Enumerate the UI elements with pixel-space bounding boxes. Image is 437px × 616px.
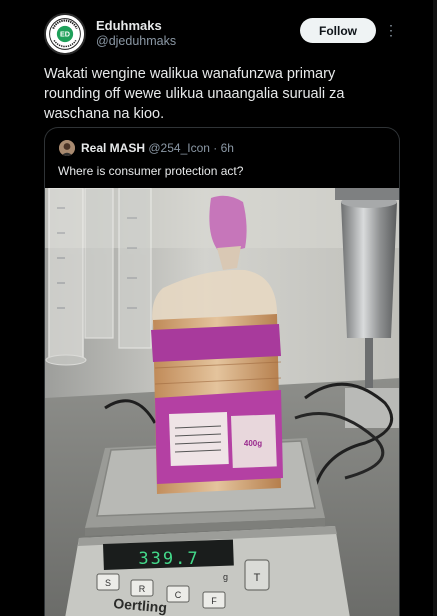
quoted-text: Where is consumer protection act?	[58, 164, 244, 178]
eduhmaks-avatar[interactable]: ED	[44, 13, 86, 55]
quoted-author-name[interactable]: Real MASH	[81, 141, 145, 155]
quoted-author-handle[interactable]: @254_Icon	[148, 141, 210, 155]
quoted-tweet[interactable]: Real MASH @254_Icon · 6h Where is consum…	[44, 127, 400, 616]
svg-text:T: T	[254, 572, 261, 584]
quoted-timestamp[interactable]: · 6h	[213, 141, 234, 155]
person-photo-icon	[59, 140, 75, 156]
follow-button[interactable]: Follow	[300, 18, 376, 43]
author-display-name[interactable]: Eduhmaks	[96, 18, 162, 33]
more-options-icon[interactable]: ⋮	[384, 20, 398, 40]
scale-reading: 339.7	[138, 549, 199, 569]
quoted-author-avatar[interactable]	[59, 140, 75, 156]
eduhmaks-logo-icon: ED	[46, 15, 84, 53]
author-handle[interactable]: @djeduhmaks	[96, 34, 176, 48]
svg-text:C: C	[175, 590, 182, 600]
tweet: ED Eduhmaks @djeduhmaks Follow ⋮ Wakati …	[0, 0, 437, 616]
measuring-cylinder	[45, 188, 152, 366]
scrollbar-track[interactable]	[433, 0, 437, 616]
svg-text:ED: ED	[60, 30, 70, 39]
svg-text:R: R	[139, 584, 146, 594]
svg-text:S: S	[105, 578, 111, 588]
tweet-text: Wakati wengine walikua wanafunzwa primar…	[44, 66, 345, 122]
bread-label-weight: 400g	[244, 439, 262, 448]
scale-unit: g	[223, 572, 228, 582]
svg-text:F: F	[211, 596, 217, 606]
bread-on-scale-photo[interactable]: T 400g 339.7 g S R C F T Oertling	[45, 188, 399, 616]
quoted-header: Real MASH @254_Icon · 6h	[81, 141, 234, 155]
